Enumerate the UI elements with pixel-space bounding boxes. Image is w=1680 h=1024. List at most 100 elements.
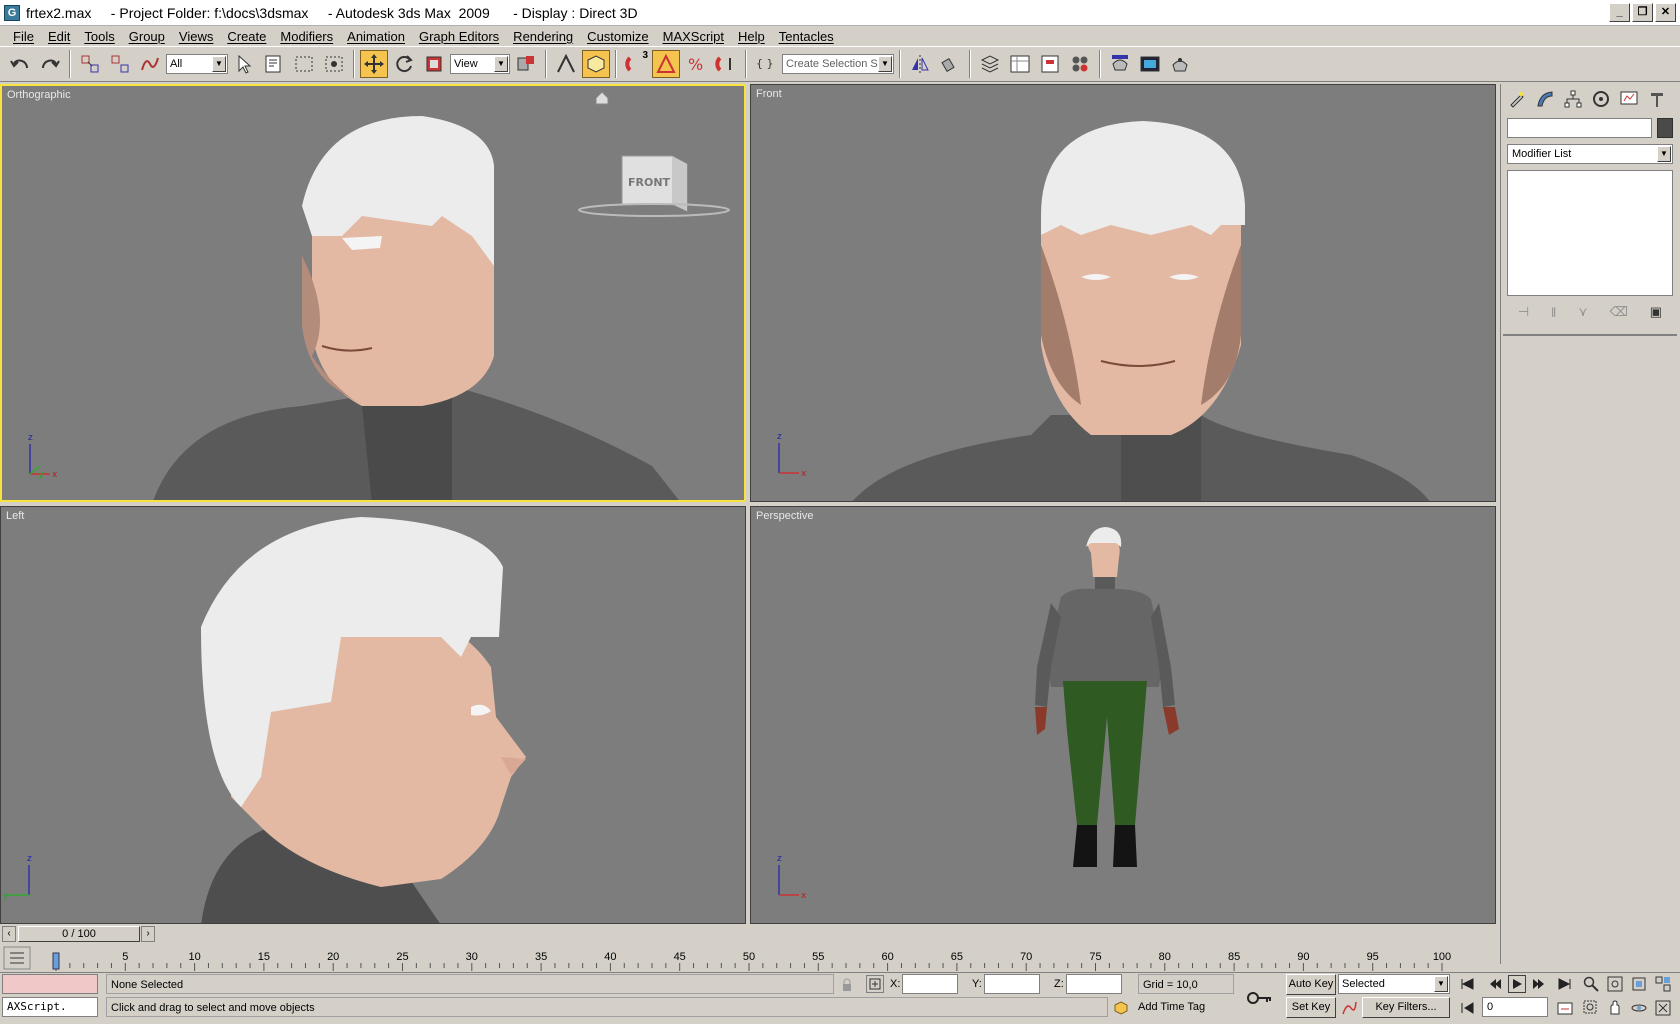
rectangular-selection-icon[interactable] [290, 50, 318, 78]
snaps-toggle-icon[interactable]: 3 [622, 50, 650, 78]
spinner-snap-icon[interactable] [712, 50, 740, 78]
rendered-frame-window-icon[interactable] [1136, 50, 1164, 78]
viewport-label[interactable]: Left [6, 510, 24, 522]
previous-frame-button-icon[interactable] [1486, 975, 1504, 993]
auto-key-button[interactable]: Auto Key [1286, 974, 1336, 995]
bind-to-space-warp-icon[interactable] [136, 50, 164, 78]
named-selection-dropdown[interactable]: Create Selection Set ▼ [782, 54, 894, 74]
current-frame-input[interactable]: 0 [1482, 997, 1548, 1017]
percent-snap-icon[interactable]: % [682, 50, 710, 78]
select-by-name-icon[interactable] [260, 50, 288, 78]
show-end-result-icon[interactable]: ‖ [1551, 305, 1556, 320]
viewport-label[interactable]: Front [756, 88, 782, 100]
window-crossing-icon[interactable] [320, 50, 348, 78]
viewport-label[interactable]: Perspective [756, 510, 813, 522]
motion-tab-icon[interactable] [1589, 87, 1613, 111]
time-tag-icon[interactable] [1112, 999, 1130, 1017]
maxscript-mini-input[interactable]: AXScript. [2, 997, 98, 1017]
utilities-tab-icon[interactable] [1645, 87, 1669, 111]
curve-editor-icon[interactable] [1006, 50, 1034, 78]
zoom-icon[interactable] [1582, 975, 1600, 993]
redo-icon[interactable] [36, 50, 64, 78]
hierarchy-tab-icon[interactable] [1561, 87, 1585, 111]
minimize-button[interactable]: _ [1609, 3, 1630, 22]
x-coordinate-input[interactable] [902, 974, 958, 994]
viewport-label[interactable]: Orthographic [7, 89, 71, 101]
time-slider-thumb[interactable]: 0 / 100 [18, 926, 140, 942]
set-key-icon[interactable] [1246, 987, 1274, 1009]
scale-icon[interactable] [420, 50, 448, 78]
region-zoom-icon[interactable] [1582, 999, 1600, 1017]
menu-group[interactable]: Group [122, 29, 172, 44]
key-mode-dropdown[interactable]: Selected ▼ [1338, 974, 1450, 994]
orbit-icon[interactable] [1630, 999, 1648, 1017]
key-filters-button[interactable]: Key Filters... [1362, 997, 1450, 1018]
z-coordinate-input[interactable] [1066, 974, 1122, 994]
go-to-start-icon[interactable] [1458, 975, 1476, 993]
edit-named-selection-icon[interactable]: { } [752, 50, 780, 78]
object-color-swatch[interactable] [1657, 118, 1673, 138]
viewport-front[interactable]: z x Front [750, 84, 1496, 502]
go-to-end-icon[interactable] [1556, 975, 1574, 993]
next-frame-icon[interactable]: › [141, 926, 155, 942]
modify-tab-icon[interactable] [1533, 87, 1557, 111]
undo-icon[interactable] [6, 50, 34, 78]
move-icon[interactable] [360, 50, 388, 78]
zoom-all-icon[interactable] [1606, 975, 1624, 993]
modifier-list-dropdown[interactable]: Modifier List ▼ [1507, 144, 1673, 164]
align-icon[interactable] [936, 50, 964, 78]
menu-customize[interactable]: Customize [580, 29, 655, 44]
time-configuration-icon[interactable] [1556, 999, 1574, 1017]
menu-edit[interactable]: Edit [41, 29, 77, 44]
app-icon[interactable]: G [4, 4, 20, 21]
viewport-perspective[interactable]: z x Perspective [750, 506, 1496, 924]
menu-tentacles[interactable]: Tentacles [772, 29, 841, 44]
key-mode-toggle-icon[interactable] [1458, 999, 1476, 1017]
select-and-manipulate-icon[interactable] [552, 50, 580, 78]
default-tangent-icon[interactable] [1340, 999, 1358, 1017]
render-setup-icon[interactable] [1106, 50, 1134, 78]
menu-maxscript[interactable]: MAXScript [656, 29, 731, 44]
make-unique-icon[interactable]: ⋎ [1578, 304, 1588, 320]
menu-views[interactable]: Views [172, 29, 220, 44]
previous-frame-icon[interactable]: ‹ [2, 926, 16, 942]
remove-modifier-icon[interactable]: ⌫ [1610, 304, 1628, 320]
pin-stack-icon[interactable]: ⊣ [1518, 304, 1529, 320]
next-frame-button-icon[interactable] [1530, 975, 1548, 993]
object-name-field[interactable] [1507, 118, 1652, 138]
lock-selection-icon[interactable] [838, 976, 856, 994]
play-icon[interactable] [1508, 975, 1526, 993]
menu-help[interactable]: Help [731, 29, 772, 44]
quick-render-icon[interactable] [1166, 50, 1194, 78]
zoom-extents-icon[interactable] [1630, 975, 1648, 993]
time-slider[interactable]: ‹ 0 / 100 › [0, 925, 1500, 943]
rotate-icon[interactable] [390, 50, 418, 78]
material-editor-icon[interactable] [1066, 50, 1094, 78]
menu-animation[interactable]: Animation [340, 29, 412, 44]
menu-modifiers[interactable]: Modifiers [273, 29, 340, 44]
create-tab-icon[interactable] [1505, 87, 1529, 111]
viewcube[interactable]: FRONT [578, 91, 730, 217]
select-and-link-icon[interactable] [76, 50, 104, 78]
home-icon[interactable] [595, 91, 609, 105]
set-key-button[interactable]: Set Key [1286, 997, 1336, 1018]
keyboard-shortcut-override-icon[interactable] [582, 50, 610, 78]
menu-tools[interactable]: Tools [77, 29, 121, 44]
mirror-icon[interactable] [906, 50, 934, 78]
pan-icon[interactable] [1606, 999, 1624, 1017]
maxscript-listener-mini[interactable] [2, 974, 98, 994]
viewport-orthographic[interactable]: FRONT z x y Orthographic [0, 84, 746, 502]
menu-create[interactable]: Create [220, 29, 273, 44]
viewport-left[interactable]: z y Left [0, 506, 746, 924]
close-button[interactable]: ✕ [1655, 3, 1676, 22]
configure-modifier-sets-icon[interactable]: ▣ [1650, 304, 1662, 320]
schematic-view-icon[interactable] [1036, 50, 1064, 78]
current-frame-marker[interactable] [52, 952, 60, 970]
y-coordinate-input[interactable] [984, 974, 1040, 994]
menu-rendering[interactable]: Rendering [506, 29, 580, 44]
absolute-relative-toggle-icon[interactable] [866, 975, 884, 993]
unlink-selection-icon[interactable] [106, 50, 134, 78]
zoom-extents-all-icon[interactable] [1654, 975, 1672, 993]
reference-coordinate-dropdown[interactable]: View ▼ [450, 54, 510, 74]
modifier-stack[interactable] [1507, 170, 1673, 296]
